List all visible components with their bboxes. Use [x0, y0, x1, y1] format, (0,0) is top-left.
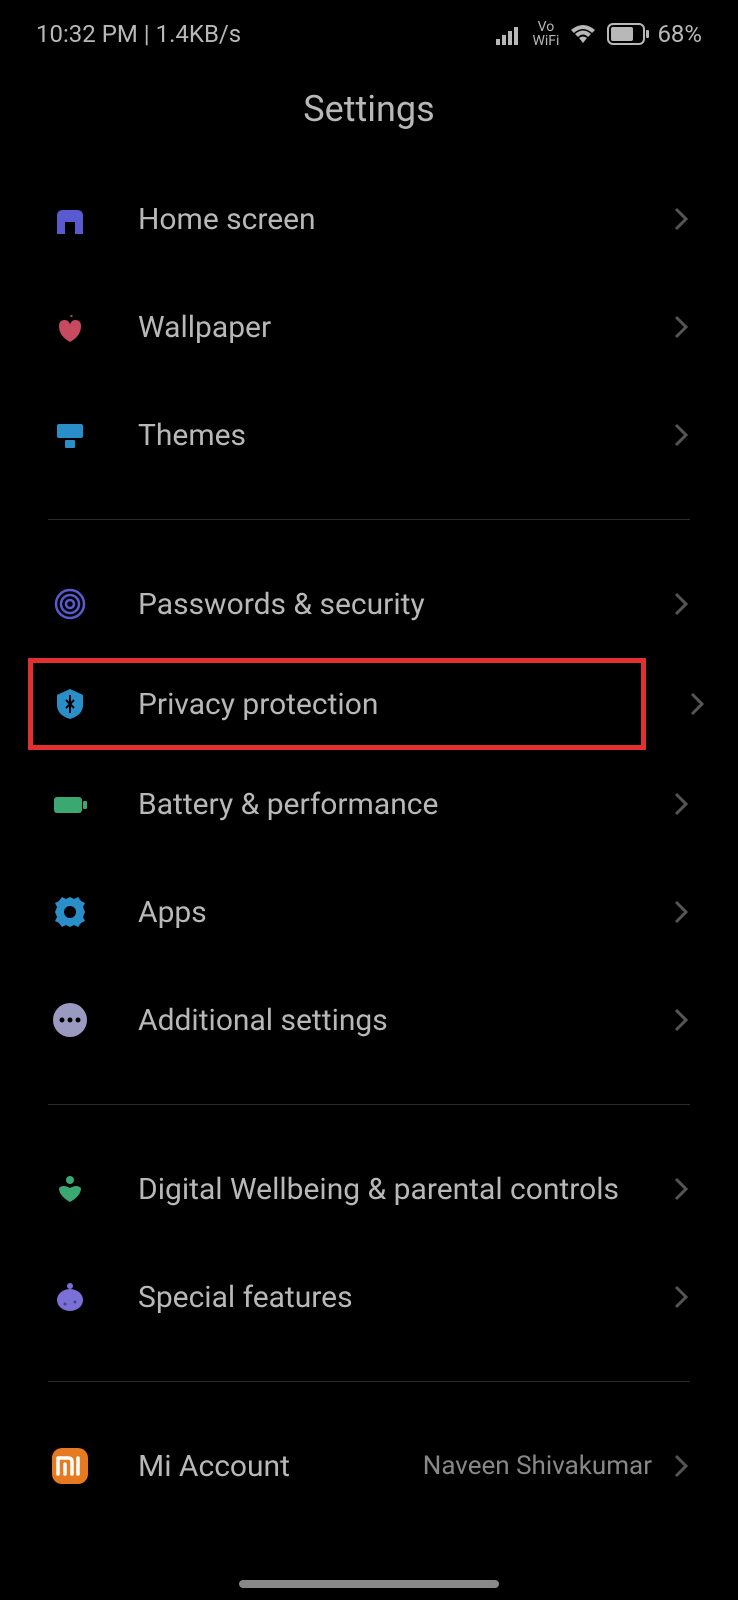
settings-item-passwords-security[interactable]: Passwords & security — [0, 550, 738, 658]
chevron-right-icon — [672, 421, 690, 449]
settings-item-home-screen[interactable]: Home screen — [0, 165, 738, 273]
chevron-right-icon — [672, 590, 690, 618]
vowifi-indicator: Vo WiFi — [532, 20, 559, 48]
divider — [48, 1381, 690, 1382]
vowifi-bottom: WiFi — [532, 34, 559, 48]
page-title: Settings — [0, 58, 738, 165]
settings-item-privacy-protection[interactable]: Privacy protection — [28, 658, 646, 750]
item-label: Additional settings — [138, 1001, 672, 1040]
item-label: Passwords & security — [138, 585, 672, 624]
settings-item-battery-performance[interactable]: Battery & performance — [0, 750, 738, 858]
privacy-shield-icon — [48, 682, 92, 726]
settings-item-wallpaper[interactable]: Wallpaper — [0, 273, 738, 381]
chevron-right-icon — [672, 898, 690, 926]
wifi-icon — [569, 23, 597, 45]
settings-item-special-features[interactable]: Special features — [0, 1243, 738, 1351]
settings-item-mi-account[interactable]: Mi Account Naveen Shivakumar — [0, 1412, 738, 1520]
status-separator: | — [138, 20, 156, 48]
chevron-right-icon — [672, 1283, 690, 1311]
battery-icon — [48, 782, 92, 826]
item-value: Naveen Shivakumar — [423, 1451, 652, 1481]
divider — [48, 519, 690, 520]
chevron-right-icon — [672, 1006, 690, 1034]
item-label: Mi Account — [138, 1447, 423, 1486]
status-right: Vo WiFi 68% — [496, 20, 702, 48]
settings-list: Home screen Wallpaper Themes — [0, 165, 738, 1520]
chevron-right-icon — [672, 790, 690, 818]
status-net-speed: 1.4KB/s — [156, 20, 242, 48]
wellbeing-icon — [48, 1167, 92, 1211]
chevron-right-icon — [672, 1452, 690, 1480]
more-icon — [48, 998, 92, 1042]
item-label: Digital Wellbeing & parental controls — [138, 1170, 672, 1209]
status-bar: 10:32 PM | 1.4KB/s Vo WiFi — [0, 0, 738, 58]
settings-item-apps[interactable]: Apps — [0, 858, 738, 966]
battery-percent: 68% — [657, 20, 702, 48]
item-label: Home screen — [138, 200, 672, 239]
settings-item-themes[interactable]: Themes — [0, 381, 738, 489]
settings-item-digital-wellbeing[interactable]: Digital Wellbeing & parental controls — [0, 1135, 738, 1243]
status-time: 10:32 PM — [36, 20, 138, 48]
item-label: Special features — [138, 1278, 672, 1317]
settings-item-additional-settings[interactable]: Additional settings — [0, 966, 738, 1074]
chevron-right-icon — [688, 690, 706, 718]
home-icon — [48, 197, 92, 241]
gear-icon — [48, 890, 92, 934]
wallpaper-icon — [48, 305, 92, 349]
item-label: Apps — [138, 893, 672, 932]
fingerprint-icon — [48, 582, 92, 626]
item-label: Privacy protection — [138, 685, 646, 724]
mi-logo-icon — [48, 1444, 92, 1488]
chevron-right-icon — [672, 205, 690, 233]
themes-icon — [48, 413, 92, 457]
status-left: 10:32 PM | 1.4KB/s — [36, 20, 241, 48]
battery-indicator: 68% — [607, 20, 702, 48]
navigation-handle[interactable] — [239, 1580, 499, 1588]
vowifi-top: Vo — [532, 20, 559, 34]
special-features-icon — [48, 1275, 92, 1319]
divider — [48, 1104, 690, 1105]
item-label: Battery & performance — [138, 785, 672, 824]
item-label: Themes — [138, 416, 672, 455]
signal-icon — [496, 23, 522, 45]
chevron-right-icon — [672, 313, 690, 341]
item-label: Wallpaper — [138, 308, 672, 347]
chevron-right-icon — [672, 1175, 690, 1203]
